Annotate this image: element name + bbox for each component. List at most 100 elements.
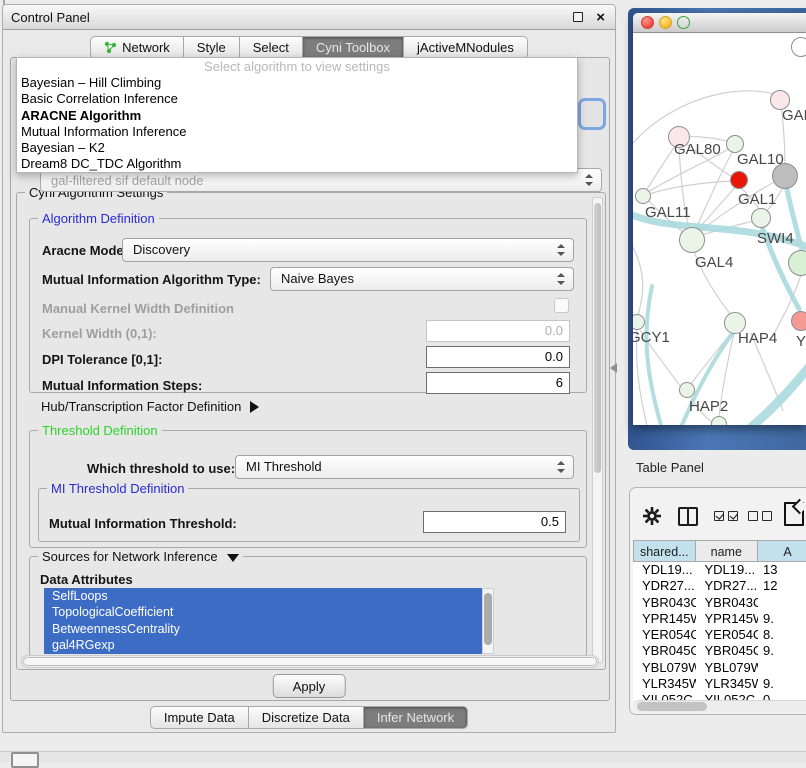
kernel-width-field[interactable]: 0.0 (426, 320, 570, 342)
network-node-swi4[interactable] (751, 208, 771, 228)
network-node[interactable] (791, 37, 806, 57)
float-window-icon[interactable] (573, 12, 583, 22)
column-header[interactable]: shared... (633, 540, 696, 562)
tab-label: Select (253, 37, 289, 58)
table-cell: YDR27... (633, 578, 696, 594)
table-row[interactable]: YDL19...YDL19...13 (633, 562, 806, 578)
table-cell: YBR043C (696, 595, 759, 611)
which-threshold-select[interactable]: MI Threshold (235, 455, 574, 479)
network-node-hap2[interactable] (679, 382, 695, 398)
tab-label: Impute Data (164, 707, 235, 728)
tab-label: Discretize Data (262, 707, 350, 728)
column-header[interactable]: name (696, 540, 758, 562)
network-node-y[interactable] (791, 311, 806, 331)
network-node-gal1[interactable] (730, 171, 748, 189)
table-row[interactable]: YBR043CYBR043C (633, 595, 806, 611)
sources-title[interactable]: Sources for Network Inference (38, 549, 243, 564)
attribute-item[interactable]: gal4RGexp (44, 637, 482, 653)
minimized-panel-icon[interactable] (11, 752, 39, 768)
select-all-checks-icon[interactable] (714, 511, 738, 521)
algorithm-option[interactable]: Dream8 DC_TDC Algorithm (17, 156, 577, 172)
data-attributes-list[interactable]: SelfLoopsTopologicalCoefficientBetweenne… (44, 588, 482, 654)
attribute-item[interactable]: BetweennessCentrality (44, 621, 482, 637)
cyni-algorithm-settings-group: Cyni Algorithm Settings Algorithm Defini… (16, 192, 606, 670)
network-node[interactable] (711, 416, 727, 425)
close-traffic-light[interactable] (641, 16, 654, 29)
minimize-traffic-light[interactable] (659, 16, 672, 29)
tab-network[interactable]: Network (90, 36, 184, 59)
tab-impute-data[interactable]: Impute Data (150, 706, 249, 729)
network-node-gal11[interactable] (635, 188, 651, 204)
columns-icon[interactable] (678, 507, 698, 526)
node-label: SWI4 (757, 230, 794, 247)
threshold-definition-group: Threshold Definition Which threshold to … (29, 430, 587, 548)
settings-hscrollbar[interactable] (21, 655, 599, 668)
column-header[interactable]: A (758, 540, 806, 562)
hub-definition-label: Hub/Transcription Factor Definition (41, 399, 241, 414)
dpi-tolerance-field[interactable]: 0.0 (426, 346, 570, 368)
algorithm-option[interactable]: Bayesian – Hill Climbing (17, 75, 577, 91)
table-row[interactable]: YBL079WYBL079W (633, 660, 806, 676)
settings-scrollbar[interactable] (592, 197, 603, 663)
attributes-scrollbar[interactable] (482, 588, 494, 654)
tab-discretize-data[interactable]: Discretize Data (249, 706, 364, 729)
node-label: GAL (782, 107, 806, 124)
table-row[interactable]: YIL052CYIL052C0. (633, 692, 806, 700)
apply-button[interactable]: Apply (273, 674, 346, 698)
table-hscrollbar[interactable] (634, 700, 806, 712)
mi-threshold-field[interactable]: 0.5 (423, 511, 566, 533)
tab-select[interactable]: Select (240, 36, 303, 59)
clear-all-checks-icon[interactable] (748, 511, 772, 521)
gear-icon[interactable] (642, 506, 662, 526)
node-label: GAL10 (737, 151, 784, 168)
tab-jactivemnodules[interactable]: jActiveMNodules (404, 36, 528, 59)
network-node-gal4[interactable] (679, 227, 705, 253)
table-row[interactable]: YPR145WYPR145W9. (633, 611, 806, 627)
tab-label: jActiveMNodules (417, 37, 514, 58)
mi-type-label: Mutual Information Algorithm Type: (42, 272, 261, 287)
algorithm-option[interactable]: Mutual Information Inference (17, 124, 577, 140)
mi-type-select[interactable]: Naive Bayes (270, 267, 574, 291)
network-window-frame: GALGAL80GAL10GAL1SWI4GAL11GAL4GCY1HAP4YH… (628, 8, 806, 450)
dropdown-placeholder: Select algorithm to view settings (17, 58, 577, 75)
tab-style[interactable]: Style (184, 36, 240, 59)
table-row[interactable]: YDR27...YDR27...12 (633, 578, 806, 594)
algorithm-option[interactable]: ARACNE Algorithm (17, 108, 577, 124)
table-cell: YIL052C (633, 692, 696, 700)
scrollbar-thumb[interactable] (594, 203, 601, 473)
scrollbar-thumb[interactable] (23, 657, 597, 666)
control-panel-titlebar: Control Panel × (3, 5, 615, 30)
manual-kernel-checkbox[interactable] (554, 298, 569, 313)
table-cell: 13 (758, 562, 806, 578)
table-row[interactable]: YER054CYER054C8. (633, 627, 806, 643)
control-panel-title: Control Panel (11, 10, 90, 25)
scrollbar-thumb[interactable] (484, 593, 492, 645)
zoom-traffic-light[interactable] (677, 16, 690, 29)
mi-steps-field[interactable]: 6 (426, 372, 570, 394)
algorithm-option[interactable]: Bayesian – K2 (17, 140, 577, 156)
aracne-mode-select[interactable]: Discovery (122, 238, 574, 262)
scrollbar-thumb[interactable] (637, 702, 707, 711)
table-cell: YBL079W (696, 660, 759, 676)
close-icon[interactable]: × (596, 5, 605, 30)
table-row[interactable]: YBR045CYBR045C9. (633, 643, 806, 659)
table-cell: 9. (758, 676, 806, 692)
algorithm-option[interactable]: Basic Correlation Inference (17, 91, 577, 107)
table-row[interactable]: YLR345WYLR345W9. (633, 676, 806, 692)
attribute-item[interactable]: TopologicalCoefficient (44, 604, 482, 620)
network-canvas[interactable]: GALGAL80GAL10GAL1SWI4GAL11GAL4GCY1HAP4YH… (633, 33, 806, 425)
algorithm-list: Bayesian – Hill ClimbingBasic Correlatio… (17, 75, 577, 173)
attribute-item[interactable]: SelfLoops (44, 588, 482, 604)
table-body: YDL19...YDL19...13YDR27...YDR27...12YBR0… (633, 562, 806, 700)
tab-infer-network[interactable]: Infer Network (364, 706, 468, 729)
tab-label: Style (197, 37, 226, 58)
which-threshold-label: Which threshold to use: (87, 461, 235, 476)
panel-splitter-handle[interactable] (610, 363, 617, 373)
tab-cyni-toolbox[interactable]: Cyni Toolbox (303, 36, 404, 59)
hub-definition-expander[interactable]: Hub/Transcription Factor Definition (41, 399, 259, 414)
dpi-tolerance-label: DPI Tolerance [0,1]: (42, 352, 162, 367)
mi-steps-label: Mutual Information Steps: (42, 378, 202, 393)
document-icon[interactable] (784, 502, 804, 526)
combo-arrows-icon (557, 273, 566, 285)
table-panel-title: Table Panel (636, 460, 704, 475)
